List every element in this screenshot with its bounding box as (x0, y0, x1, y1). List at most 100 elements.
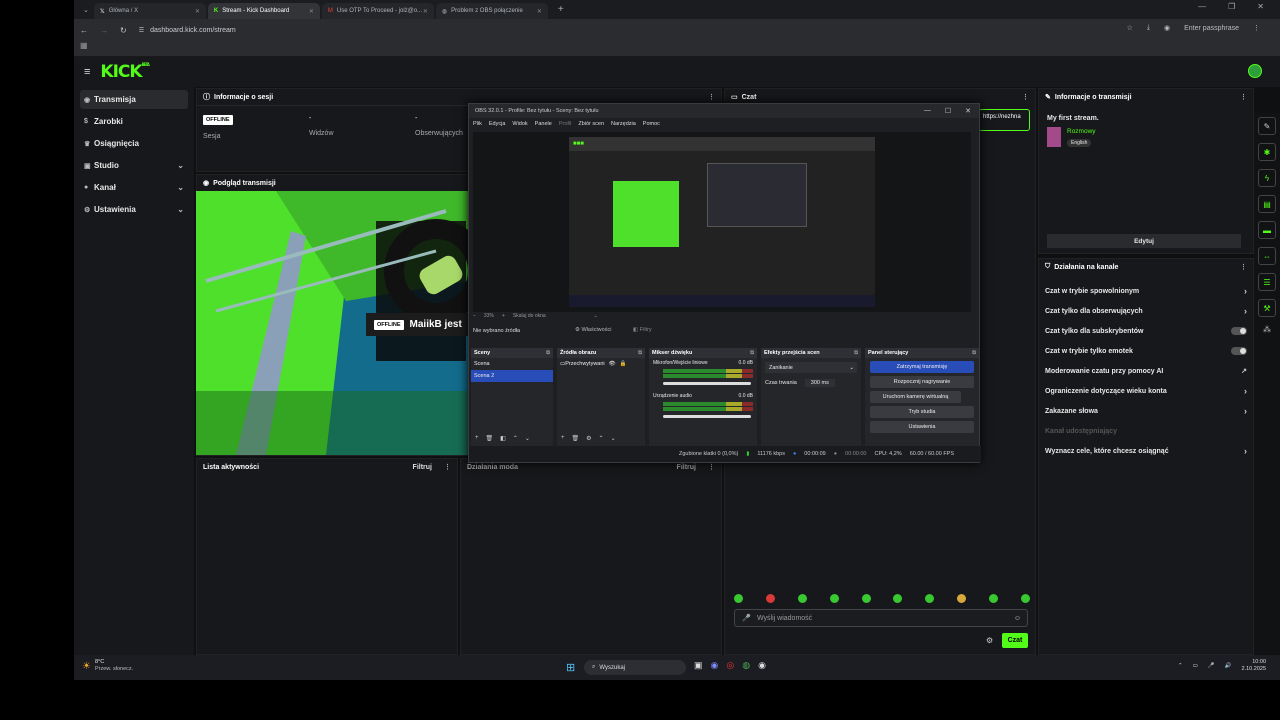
document-tool-icon[interactable]: ▤ (1258, 195, 1276, 213)
kick-logo[interactable]: KICKBETA (100, 62, 149, 82)
filter-icon[interactable]: ◧ (500, 435, 506, 442)
tab-x[interactable]: 𝕏 Główna / X ✕ (93, 3, 206, 19)
sidebar-item-kanal[interactable]: ● Kanał ⌄ (80, 178, 188, 197)
passphrase-button[interactable]: Enter passphrase (1184, 25, 1239, 32)
action-goals[interactable]: Wyznacz cele, które chcesz osiągnąć › (1039, 441, 1253, 461)
filter-button[interactable]: Filtruj (413, 464, 432, 471)
weather-widget[interactable]: ☀ 8°C Przew. słonecz. (82, 659, 133, 673)
menu-zbior-scen[interactable]: Zbiór scen (578, 121, 604, 127)
maximize-icon[interactable]: ❐ (1228, 2, 1235, 11)
url-field[interactable]: dashboard.kick.com/stream (150, 27, 236, 34)
trash-icon[interactable]: 🗑 (486, 435, 494, 442)
close-icon[interactable]: ✕ (423, 8, 428, 15)
site-info-icon[interactable]: ☰ (139, 27, 144, 34)
taskbar-search[interactable]: ⌕ Wyszukaj (584, 660, 686, 675)
down-icon[interactable]: ⌄ (525, 435, 530, 442)
menu-plik[interactable]: Plik (473, 121, 482, 127)
emote-icon[interactable] (797, 594, 807, 603)
new-tab-button[interactable]: + (550, 4, 572, 15)
apps-tool-icon[interactable]: ⁂ (1254, 325, 1280, 334)
battery-icon[interactable]: ▭ (1193, 663, 1198, 669)
back-icon[interactable]: ← (80, 26, 88, 35)
stop-streaming-button[interactable]: Zatrzymaj transmisję (870, 361, 974, 373)
gear-icon[interactable]: ⚙ (586, 435, 591, 442)
subscribers-only-toggle[interactable] (1231, 327, 1247, 335)
opera-icon[interactable]: ◎ (726, 660, 734, 671)
close-icon[interactable]: ✕ (965, 107, 971, 115)
chevron-down-icon[interactable]: ⌄ (594, 313, 598, 319)
menu-pomoc[interactable]: Pomoc (643, 121, 660, 127)
tab-gmail[interactable]: M Use OTP To Proceed - jolż@o... ✕ (321, 3, 434, 19)
chat-settings-icon[interactable]: ⚙ (986, 636, 993, 645)
hamburger-menu-icon[interactable]: ≡ (84, 66, 90, 78)
menu-edycja[interactable]: Edycja (489, 121, 506, 127)
action-subscribers-only[interactable]: Czat tylko dla subskrybentów (1039, 321, 1253, 341)
sidebar-item-osiagniecia[interactable]: ♛ Osiągnięcia (80, 134, 188, 153)
close-icon[interactable]: ✕ (195, 8, 200, 15)
action-banned-words[interactable]: Zakazane słowa › (1039, 401, 1253, 421)
minimize-icon[interactable]: — (924, 107, 931, 115)
popout-icon[interactable]: ⧉ (546, 350, 550, 357)
action-ai-moderation[interactable]: Moderowanie czatu przy pomocy AI ↗ (1039, 361, 1253, 381)
maximize-icon[interactable]: ☐ (945, 107, 951, 115)
popout-icon[interactable]: ⧉ (638, 350, 642, 357)
more-menu-icon[interactable]: ⋮ (708, 463, 715, 471)
mic-icon[interactable]: 🎤 (1208, 663, 1215, 669)
chat-send-button[interactable]: Czat (1002, 633, 1028, 648)
zoom-out-icon[interactable]: − (473, 313, 476, 319)
close-icon[interactable]: ✕ (537, 8, 542, 15)
more-menu-icon[interactable]: ⋮ (1240, 93, 1247, 101)
filter-button[interactable]: Filtruj (677, 464, 696, 471)
user-avatar[interactable] (1248, 64, 1262, 78)
up-icon[interactable]: ⌃ (599, 435, 604, 442)
emote-icon[interactable] (893, 594, 903, 603)
wrench-tool-icon[interactable]: ⚒ (1258, 299, 1276, 317)
forward-icon[interactable]: → (100, 26, 108, 35)
reload-icon[interactable]: ↻ (120, 26, 127, 35)
emote-icon[interactable] (925, 594, 935, 603)
bug-tool-icon[interactable]: ✱ (1258, 143, 1276, 161)
scene-item[interactable]: Scena (471, 358, 553, 370)
zoom-in-icon[interactable]: + (502, 313, 505, 319)
category-name[interactable]: Rozmowy (1067, 128, 1096, 135)
action-account-age[interactable]: Ograniczenie dotyczące wieku konta › (1039, 381, 1253, 401)
up-icon[interactable]: ⌃ (513, 435, 518, 442)
menu-profil[interactable]: Profil (559, 121, 572, 127)
emote-icon[interactable] (765, 594, 775, 603)
scale-select[interactable]: Skaluj do okna (513, 313, 546, 319)
task-view-icon[interactable]: ▣ (694, 660, 703, 671)
emote-only-toggle[interactable] (1231, 347, 1247, 355)
sidebar-item-zarobki[interactable]: $ Zarobki (80, 112, 188, 131)
bookmark-star-icon[interactable]: ☆ (1127, 24, 1133, 32)
close-window-icon[interactable]: ✕ (1257, 2, 1264, 11)
download-icon[interactable]: ⤓ (1147, 24, 1150, 32)
more-menu-icon[interactable]: ⋮ (708, 93, 715, 101)
duration-input[interactable]: 300 ms (804, 379, 835, 387)
popout-icon[interactable]: ⧉ (972, 350, 976, 357)
menu-panele[interactable]: Panele (535, 121, 552, 127)
chat-input[interactable]: 🎤 Wyślij wiadomość ☺ (734, 609, 1028, 627)
more-menu-icon[interactable]: ⋮ (1022, 93, 1029, 101)
action-emote-only[interactable]: Czat w trybie tylko emotek (1039, 341, 1253, 361)
studio-mode-button[interactable]: Tryb studia (870, 406, 974, 418)
chat-tool-icon[interactable]: ▬ (1258, 221, 1276, 239)
transition-select[interactable]: Zanikanie ⌄ (765, 362, 857, 373)
down-icon[interactable]: ⌄ (611, 435, 616, 442)
eye-icon[interactable]: 👁 (609, 361, 616, 367)
add-icon[interactable]: + (475, 435, 479, 442)
more-menu-icon[interactable]: ⋮ (1253, 24, 1260, 32)
lock-icon[interactable]: 🔒 (620, 361, 627, 367)
action-slow-mode[interactable]: Czat w trybie spowolnionym › (1039, 281, 1253, 301)
emote-icon[interactable] (829, 594, 839, 603)
server-tool-icon[interactable]: ☰ (1258, 273, 1276, 291)
emote-icon[interactable] (957, 594, 967, 603)
apps-grid-icon[interactable]: ▦ (80, 41, 88, 50)
bolt-tool-icon[interactable]: ϟ (1258, 169, 1276, 187)
emote-icon[interactable] (861, 594, 871, 603)
windows-start-icon[interactable]: ⊞ (566, 661, 575, 674)
action-followers-only[interactable]: Czat tylko dla obserwujących › (1039, 301, 1253, 321)
emote-icon[interactable] (989, 594, 998, 603)
scene-item-selected[interactable]: Scena 2 (471, 370, 553, 382)
profile-icon[interactable]: ◉ (1164, 24, 1170, 32)
chrome-icon[interactable]: ◍ (742, 660, 750, 671)
